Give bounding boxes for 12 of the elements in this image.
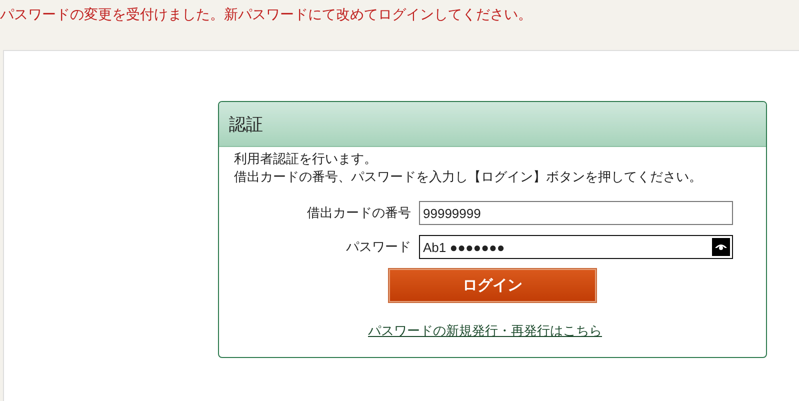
password-field[interactable]: Ab1 ●●●●●●● — [419, 235, 733, 259]
card-title: 認証 — [229, 114, 263, 136]
field-label: パスワード — [345, 238, 411, 256]
password-reissue-link[interactable]: パスワードの新規発行・再発行はこちら — [368, 322, 602, 340]
field-label: 借出カードの番号 — [306, 204, 411, 222]
notice-message: パスワードの変更を受付けました。新パスワードにて改めてログインしてください。 — [0, 6, 532, 22]
instruction-text: 利用者認証を行います。 — [234, 150, 378, 168]
card-number-field[interactable]: 99999999 — [419, 201, 733, 225]
show-password-button[interactable] — [712, 238, 730, 256]
instruction-text: 借出カードの番号、パスワードを入力し【ログイン】ボタンを押してください。 — [234, 168, 703, 186]
login-button[interactable]: ログイン — [389, 269, 596, 302]
eye-icon — [715, 243, 727, 251]
